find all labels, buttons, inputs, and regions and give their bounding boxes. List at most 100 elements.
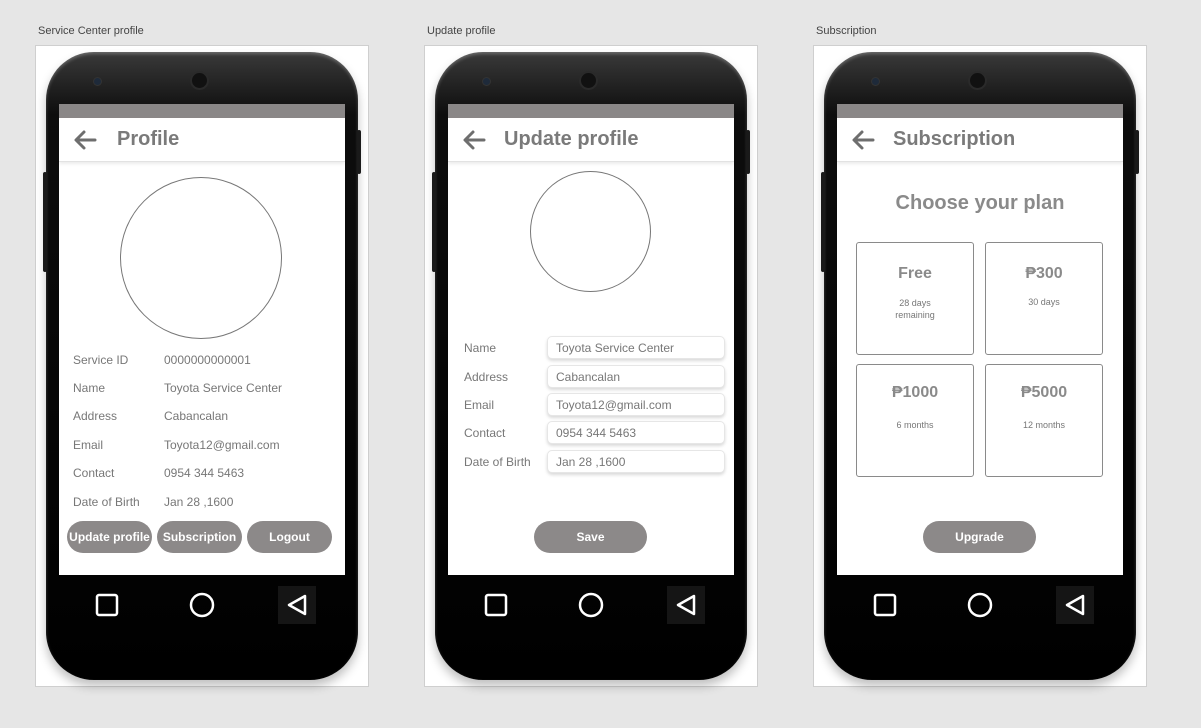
field-label: Address: [464, 369, 509, 384]
home-button[interactable]: [961, 586, 999, 624]
dob-input[interactable]: [547, 450, 725, 473]
phone-frame: Subscription Choose your plan Free 28 da…: [821, 52, 1139, 680]
subscription-button[interactable]: Subscription: [157, 521, 242, 553]
avatar-upload[interactable]: [530, 171, 651, 292]
info-row-name: Name Toyota Service Center: [73, 381, 282, 395]
status-bar: [837, 104, 1123, 118]
field-label: Email: [464, 397, 495, 412]
info-row-email: Email Toyota12@gmail.com: [73, 438, 280, 452]
form-row-name: Name: [464, 336, 725, 359]
app-bar: Subscription: [837, 118, 1123, 162]
phone-frame: Profile Service ID 0000000000001 Name To…: [43, 52, 361, 680]
sensor-dot: [483, 78, 490, 85]
phone-screen: Profile Service ID 0000000000001 Name To…: [59, 104, 345, 575]
volume-button: [43, 172, 47, 272]
phone-frame: Update profile Name Address Email Contac…: [432, 52, 750, 680]
status-bar: [59, 104, 345, 118]
artboard-label-update: Update profile: [427, 25, 496, 37]
home-button[interactable]: [183, 586, 221, 624]
plan-card-300[interactable]: ₱300 30 days: [985, 242, 1103, 355]
info-label: Date of Birth: [73, 495, 140, 509]
info-value: 0000000000001: [164, 353, 251, 367]
save-button[interactable]: Save: [534, 521, 647, 553]
artboard-label-subscription: Subscription: [816, 25, 877, 37]
circle-home-icon: [967, 592, 993, 618]
form-row-address: Address: [464, 365, 725, 388]
info-row-address: Address Cabancalan: [73, 409, 228, 423]
android-nav-bar: [837, 575, 1123, 635]
front-camera: [581, 73, 596, 88]
square-recents-icon: [873, 593, 896, 617]
email-input[interactable]: [547, 393, 725, 416]
plan-duration: 6 months: [896, 420, 934, 430]
plan-price: ₱300: [1025, 265, 1063, 282]
app-bar: Update profile: [448, 118, 734, 162]
info-row-contact: Contact 0954 344 5463: [73, 466, 244, 480]
volume-button: [432, 172, 436, 272]
circle-home-icon: [578, 592, 604, 618]
field-label: Date of Birth: [464, 454, 531, 469]
square-recents-icon: [484, 593, 507, 617]
power-button: [1135, 130, 1139, 174]
info-value: 0954 344 5463: [164, 466, 245, 480]
form-row-contact: Contact: [464, 421, 725, 444]
sensor-dot: [94, 78, 101, 85]
info-value: Cabancalan: [164, 409, 229, 423]
square-recents-icon: [95, 593, 118, 617]
back-button[interactable]: [667, 586, 706, 624]
page-title: Subscription: [893, 128, 1016, 150]
plan-card-free[interactable]: Free 28 days remaining: [856, 242, 974, 355]
form-row-email: Email: [464, 393, 725, 416]
plan-price: Free: [898, 265, 932, 282]
back-arrow-icon[interactable]: [851, 129, 875, 151]
plan-duration: 30 days: [1028, 297, 1060, 307]
recents-button[interactable]: [866, 586, 904, 624]
upgrade-button[interactable]: Upgrade: [923, 521, 1036, 553]
artboard-label-profile: Service Center profile: [38, 25, 144, 37]
logout-button[interactable]: Logout: [247, 521, 332, 553]
page-title: Update profile: [504, 128, 639, 150]
avatar: [120, 177, 282, 339]
back-button[interactable]: [278, 586, 317, 624]
info-label: Address: [73, 409, 118, 423]
plan-price: ₱5000: [1020, 384, 1068, 401]
back-arrow-icon[interactable]: [73, 129, 97, 151]
power-button: [746, 130, 750, 174]
volume-button: [821, 172, 825, 272]
plan-duration: 12 months: [1022, 420, 1066, 430]
home-button[interactable]: [572, 586, 610, 624]
address-input[interactable]: [547, 365, 725, 388]
info-label: Service ID: [73, 353, 129, 367]
recents-button[interactable]: [477, 586, 515, 624]
circle-home-icon: [189, 592, 215, 618]
back-arrow-icon[interactable]: [462, 129, 486, 151]
status-bar: [448, 104, 734, 118]
power-button: [357, 130, 361, 174]
info-value: Jan 28 ,1600: [164, 495, 234, 509]
plan-card-5000[interactable]: ₱5000 12 months: [985, 364, 1103, 477]
front-camera: [192, 73, 207, 88]
info-label: Name: [73, 381, 106, 395]
triangle-back-icon: [288, 594, 307, 616]
phone-screen: Update profile Name Address Email Contac…: [448, 104, 734, 575]
info-row-service-id: Service ID 0000000000001: [73, 353, 251, 367]
contact-input[interactable]: [547, 421, 725, 444]
back-button[interactable]: [1056, 586, 1095, 624]
field-label: Contact: [464, 425, 506, 440]
plan-card-1000[interactable]: ₱1000 6 months: [856, 364, 974, 477]
info-row-dob: Date of Birth Jan 28 ,1600: [73, 495, 233, 509]
android-nav-bar: [448, 575, 734, 635]
info-value: Toyota Service Center: [164, 381, 283, 395]
artboard-update-profile: Update profile Name Address Email Contac…: [424, 45, 758, 687]
artboard-subscription: Subscription Choose your plan Free 28 da…: [813, 45, 1147, 687]
front-camera: [970, 73, 985, 88]
update-profile-button[interactable]: Update profile: [67, 521, 152, 553]
page-title: Profile: [117, 128, 180, 150]
plan-price: ₱1000: [891, 384, 939, 401]
plan-heading: Choose your plan: [895, 192, 1065, 214]
recents-button[interactable]: [88, 586, 126, 624]
info-value: Toyota12@gmail.com: [164, 438, 280, 452]
plan-duration: 28 days remaining: [895, 298, 935, 320]
sensor-dot: [872, 78, 879, 85]
name-input[interactable]: [547, 336, 725, 359]
